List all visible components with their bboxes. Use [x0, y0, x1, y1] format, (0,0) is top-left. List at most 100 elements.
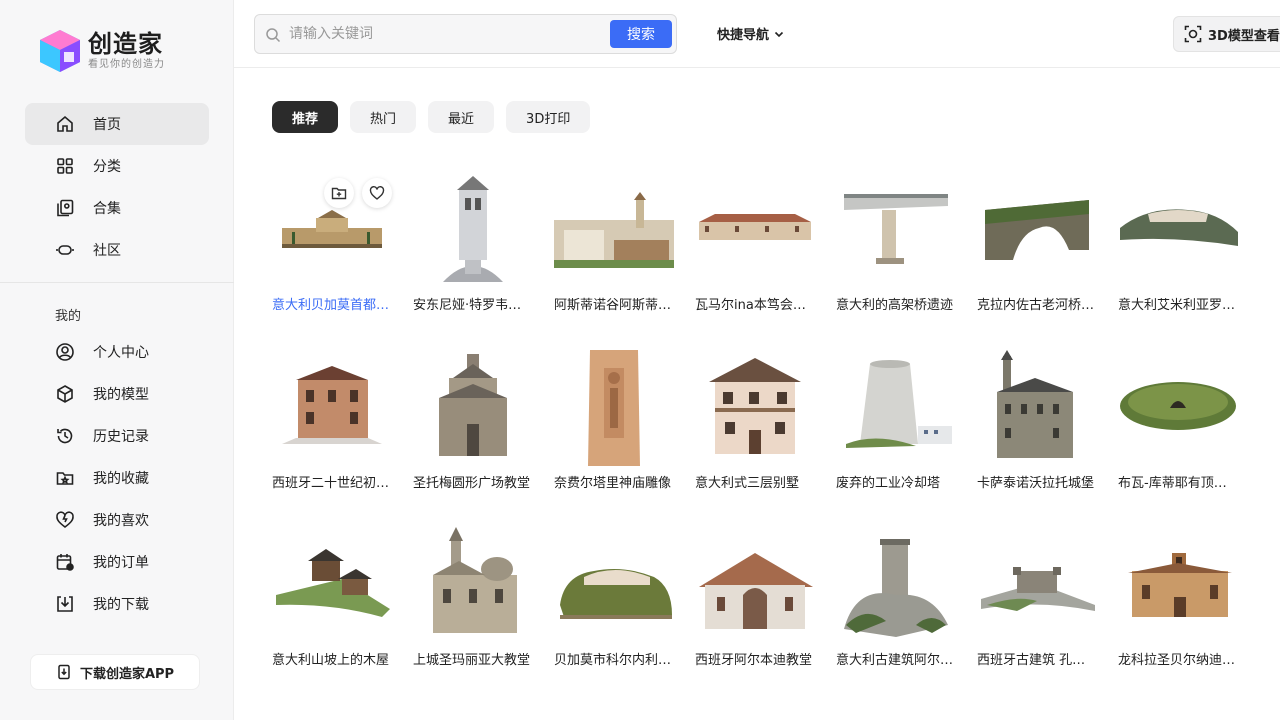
community-icon [56, 245, 74, 255]
model-card[interactable]: 瓦马尔ina本笃会修道院 [695, 170, 815, 313]
model-card[interactable]: 西班牙阿尔本迪教堂 [695, 525, 815, 668]
model-card[interactable]: 奈费尔塔里神庙雕像 [554, 348, 674, 491]
nav-item-label: 我的下载 [93, 597, 149, 613]
model-thumbnail [836, 348, 956, 468]
model-card[interactable]: 意大利式三层别墅 [695, 348, 815, 491]
model-card[interactable]: 圣托梅圆形广场教堂 [413, 348, 533, 491]
model-card[interactable]: 意大利的高架桥遗迹 [836, 170, 956, 313]
search-input[interactable] [289, 21, 599, 47]
model-card[interactable]: 卡萨泰诺沃拉托城堡 [977, 348, 1097, 491]
model-title: 上城圣玛丽亚大教堂 [413, 653, 531, 668]
download-phone-icon [58, 664, 70, 680]
brand-name: 创造家 [88, 30, 163, 58]
model-thumbnail [554, 170, 674, 290]
nav-item-my-models[interactable]: 我的模型 [25, 373, 209, 415]
model-thumbnail [413, 348, 533, 468]
chevron-down-icon [774, 31, 784, 37]
model-card[interactable]: 意大利古建筑阿尔泽诺 [836, 525, 956, 668]
model-card[interactable]: 废弃的工业冷却塔 [836, 348, 956, 491]
model-thumbnail [272, 525, 392, 645]
brand-slogan: 看见你的创造力 [88, 59, 165, 70]
nav-item-label: 首页 [93, 117, 121, 133]
model-title: 意大利贝加莫首都的墓地入口 [272, 298, 392, 313]
model-card[interactable]: 阿斯蒂诺谷阿斯蒂诺修道院 [554, 170, 674, 313]
search-icon [266, 28, 281, 43]
model-title: 卡萨泰诺沃拉托城堡 [977, 476, 1095, 491]
add-to-folder-icon[interactable] [324, 178, 354, 208]
nav-item-category[interactable]: 分类 [25, 145, 209, 187]
model-thumbnail [1118, 348, 1238, 468]
model-thumbnail [836, 170, 956, 290]
tab-recommended[interactable]: 推荐 [272, 101, 339, 133]
model-title: 意大利的高架桥遗迹 [836, 298, 954, 313]
topbar: 搜索 快捷导航 3D模型查看器 [234, 0, 1280, 68]
model-thumbnail [272, 348, 392, 468]
folder-star-icon [56, 472, 74, 485]
scan-3d-icon [1184, 25, 1202, 43]
nav-item-label: 我的喜欢 [93, 513, 149, 529]
quick-nav-label: 快捷导航 [717, 28, 770, 43]
nav-item-community[interactable]: 社区 [25, 229, 209, 271]
calendar-order-icon [56, 554, 74, 571]
model-card[interactable]: 龙科拉圣贝尔纳迪诺教堂 [1118, 525, 1238, 668]
model-card[interactable]: 西班牙古建筑 孔苏埃格拉 [977, 525, 1097, 668]
model-card[interactable]: 意大利山坡上的木屋 [272, 525, 392, 668]
model-thumbnail [1118, 525, 1238, 645]
collection-icon [57, 199, 74, 217]
model-card[interactable]: 贝加莫市科尔内利古镇 [554, 525, 674, 668]
logo[interactable]: 创造家 看见你的创造力 [38, 28, 165, 74]
nav-item-label: 分类 [93, 159, 121, 175]
model-thumbnail [695, 348, 815, 468]
quick-nav-dropdown[interactable]: 快捷导航 [717, 24, 785, 43]
model-card[interactable]: 上城圣玛丽亚大教堂 [413, 525, 533, 668]
model-card[interactable]: 西班牙二十世纪初别墅 [272, 348, 392, 491]
mine-nav: 个人中心 我的模型 历史记录 我的收藏 我的喜欢 我的订单 我的下载 [25, 331, 209, 625]
nav-item-home[interactable]: 首页 [25, 103, 209, 145]
model-card[interactable]: 克拉内佐古老河桥遗迹 [977, 170, 1097, 313]
like-heart-icon[interactable] [362, 178, 392, 208]
tab-hot[interactable]: 热门 [350, 101, 417, 133]
tab-recent[interactable]: 最近 [428, 101, 495, 133]
history-icon [57, 428, 73, 444]
model-thumbnail [272, 170, 392, 290]
model-title: 废弃的工业冷却塔 [836, 476, 941, 491]
model-thumbnail [1118, 170, 1238, 290]
search-button[interactable]: 搜索 [610, 20, 672, 48]
nav-item-favorites[interactable]: 我的收藏 [25, 457, 209, 499]
nav-item-profile[interactable]: 个人中心 [25, 331, 209, 373]
cube-icon [57, 385, 73, 403]
model-thumbnail [977, 525, 1097, 645]
3d-viewer-button[interactable]: 3D模型查看器 [1173, 16, 1280, 52]
model-card[interactable]: 安东尼娅·特罗韦纪念碑 [413, 170, 533, 313]
nav-item-label: 我的模型 [93, 387, 149, 403]
model-card[interactable]: 意大利贝加莫首都的墓地入口 [272, 170, 392, 313]
model-thumbnail [977, 170, 1097, 290]
model-title: 龙科拉圣贝尔纳迪诺教堂 [1118, 653, 1238, 668]
model-thumbnail [554, 348, 674, 468]
nav-item-label: 合集 [93, 201, 121, 217]
nav-item-label: 我的收藏 [93, 471, 149, 487]
nav-item-likes[interactable]: 我的喜欢 [25, 499, 209, 541]
main-nav: 首页 分类 合集 社区 [25, 103, 209, 271]
nav-item-label: 社区 [93, 243, 121, 259]
home-icon [57, 115, 73, 132]
sidebar-divider [0, 282, 234, 283]
model-thumbnail [554, 525, 674, 645]
nav-item-collection[interactable]: 合集 [25, 187, 209, 229]
filter-tabs: 推荐 热门 最近 3D打印 [272, 101, 591, 133]
model-thumbnail [413, 170, 533, 290]
nav-item-downloads[interactable]: 我的下载 [25, 583, 209, 625]
heart-icon [56, 511, 74, 529]
nav-item-orders[interactable]: 我的订单 [25, 541, 209, 583]
nav-item-history[interactable]: 历史记录 [25, 415, 209, 457]
model-title: 西班牙古建筑 孔苏埃格拉 [977, 653, 1097, 668]
section-title-mine: 我的 [55, 309, 82, 324]
download-app-button[interactable]: 下载创造家APP [30, 654, 200, 690]
model-title: 瓦马尔ina本笃会修道院 [695, 298, 815, 313]
model-card[interactable]: 意大利艾米利亚罗马涅 [1118, 170, 1238, 313]
model-title: 安东尼娅·特罗韦纪念碑 [413, 298, 533, 313]
model-title: 阿斯蒂诺谷阿斯蒂诺修道院 [554, 298, 674, 313]
tab-3d-print[interactable]: 3D打印 [506, 101, 591, 133]
model-thumbnail [695, 525, 815, 645]
model-card[interactable]: 布瓦-库蒂耶有顶通道 [1118, 348, 1238, 491]
